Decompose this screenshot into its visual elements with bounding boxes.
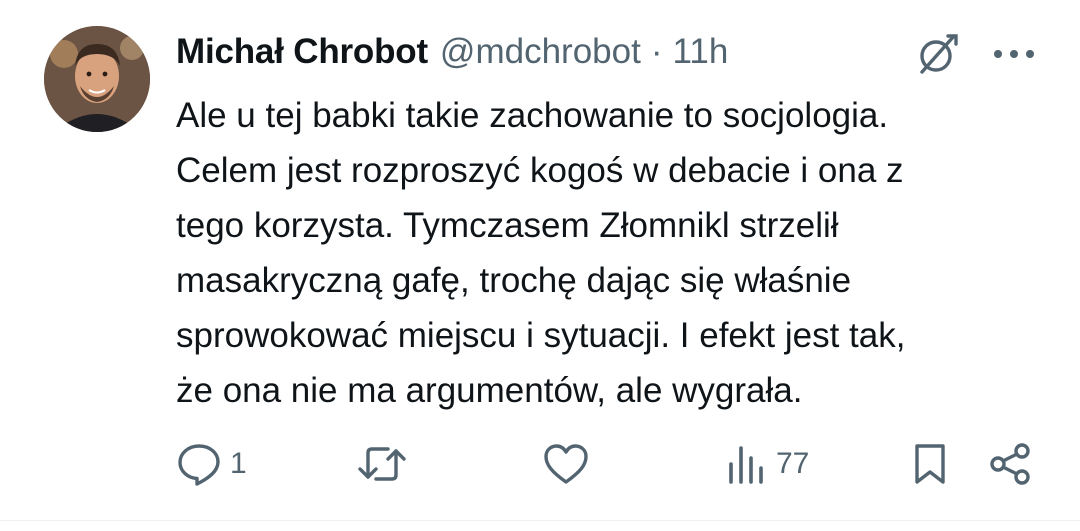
tweet-text-line: sprowokować miejscu i sytuacji. I efekt …	[176, 316, 906, 355]
action-bar: 1 77	[0, 436, 1080, 492]
views-button[interactable]: 77	[726, 436, 809, 492]
tweet-header: Michał Chrobot @mdchrobot · 11h	[176, 28, 728, 76]
divider	[0, 520, 1080, 521]
tweet-text-line: masakryczną gafę, trochę dając się właśn…	[176, 261, 852, 300]
share-button[interactable]	[988, 436, 1034, 492]
grok-button[interactable]	[910, 28, 966, 80]
tweet-text-line: Ale u tej babki takie zachowanie to socj…	[176, 96, 889, 135]
more-button[interactable]	[986, 28, 1042, 80]
more-icon	[994, 50, 1034, 58]
like-button[interactable]	[542, 436, 598, 492]
author-handle[interactable]: @mdchrobot	[440, 32, 641, 72]
reply-button[interactable]: 1	[176, 436, 247, 492]
retweet-button[interactable]	[356, 436, 416, 492]
author-name[interactable]: Michał Chrobot	[176, 32, 428, 72]
reply-count: 1	[230, 447, 247, 480]
retweet-icon	[358, 447, 406, 481]
tweet-text-line: tego korzysta. Tymczasem Złomnikl strzel…	[176, 206, 839, 245]
grok-icon	[920, 34, 958, 74]
tweet-text-line: że ona nie ma argumentów, ale wygrała.	[176, 371, 803, 410]
reply-icon	[178, 444, 220, 486]
tweet-text: Ale u tej babki takie zachowanie to socj…	[176, 88, 1056, 418]
heart-icon	[544, 444, 588, 484]
bookmark-button[interactable]	[910, 436, 950, 492]
tweet[interactable]: Michał Chrobot @mdchrobot · 11h Ale u te…	[0, 0, 1080, 531]
bookmark-icon	[915, 444, 945, 484]
views-count: 77	[776, 447, 810, 480]
avatar-image	[44, 26, 150, 132]
share-icon	[990, 443, 1030, 485]
tweet-text-line: Celem jest rozproszyć kogoś w debacie i …	[176, 151, 904, 190]
separator-dot: ·	[650, 32, 663, 71]
avatar[interactable]	[44, 26, 150, 132]
timestamp[interactable]: 11h	[672, 32, 728, 72]
views-icon	[729, 446, 763, 484]
